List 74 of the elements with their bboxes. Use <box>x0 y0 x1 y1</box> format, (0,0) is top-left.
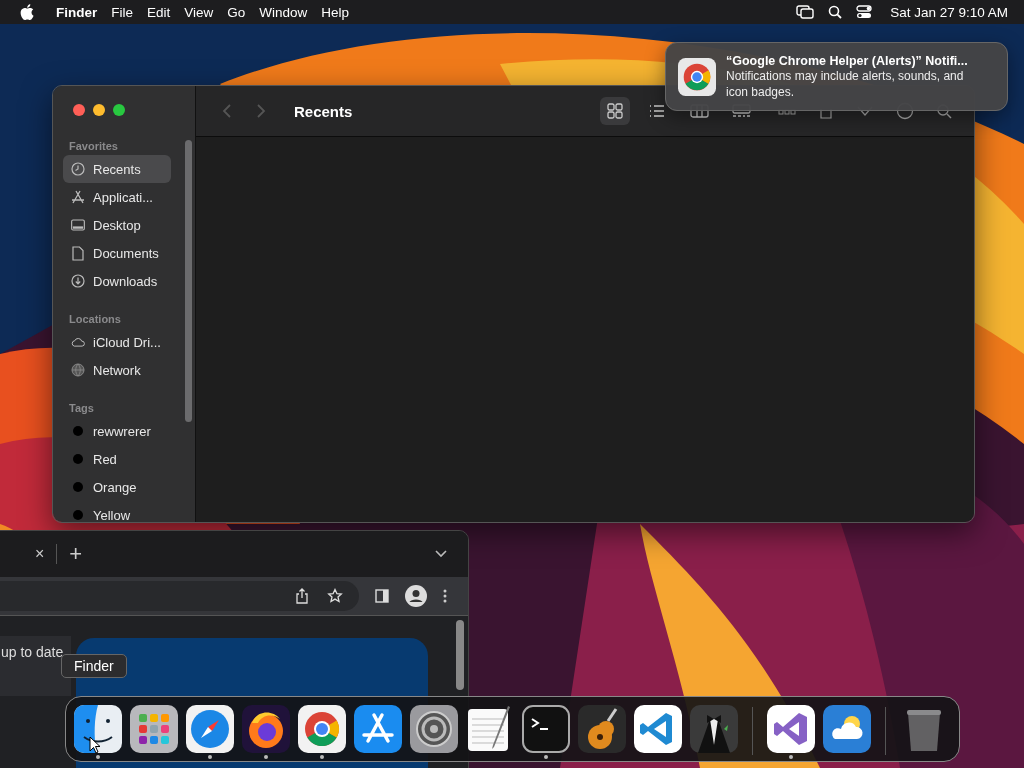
sidebar-item[interactable]: Desktop <box>63 211 171 239</box>
star-icon[interactable] <box>327 588 343 604</box>
menu-item[interactable]: Finder <box>56 4 98 20</box>
menu-item[interactable]: Edit <box>147 4 171 20</box>
sidebar-item[interactable]: Documents <box>63 239 171 267</box>
sidebar-item[interactable]: Applicati... <box>63 183 171 211</box>
app-icon[interactable] <box>823 705 871 753</box>
tag-dot <box>73 510 83 520</box>
control-center-icon[interactable] <box>856 5 873 19</box>
sidebar-heading: Locations <box>68 312 122 326</box>
chrome-icon <box>678 57 716 96</box>
side-panel-icon[interactable] <box>375 589 389 603</box>
list-view-icon <box>649 104 665 118</box>
sidebar-item[interactable]: Network <box>63 356 171 384</box>
new-tab-button[interactable]: + <box>69 541 83 567</box>
sidebar-item[interactable]: iCloud Dri... <box>63 328 171 356</box>
sidebar-item[interactable]: Red <box>63 445 171 473</box>
window-title: Recents <box>294 102 353 120</box>
search-icon[interactable] <box>828 5 843 19</box>
minimize-button[interactable] <box>93 104 105 116</box>
app-icon[interactable] <box>767 705 815 753</box>
notification-title: “Google Chrome Helper (Alerts)” Notifi... <box>726 53 968 68</box>
menu-item[interactable]: Go <box>227 4 246 20</box>
view-button[interactable] <box>600 97 630 125</box>
sidebar-heading: Tags <box>68 401 95 415</box>
share-icon[interactable] <box>295 588 309 604</box>
tab-close-button[interactable]: × <box>35 545 45 563</box>
tag-dot <box>73 426 83 436</box>
sidebar-item[interactable]: Recents <box>63 155 171 183</box>
globe-icon <box>71 363 85 377</box>
mouse-pointer-icon <box>89 736 101 754</box>
notification-text: Notifications may include alerts, sounds, and icon badges. <box>726 68 965 100</box>
app-icon[interactable] <box>634 705 682 753</box>
close-button[interactable] <box>73 104 85 116</box>
screen-mirroring-icon[interactable] <box>796 5 815 19</box>
notification-toast[interactable]: “Google Chrome Helper (Alerts)” Notifi... Notifications may include alerts, sounds, and icon badges. <box>665 42 1008 111</box>
sidebar-item[interactable]: Yellow <box>63 501 171 522</box>
profile-icon[interactable] <box>405 585 427 607</box>
menu-item[interactable]: View <box>184 4 214 20</box>
app-icon[interactable] <box>578 705 626 753</box>
menu-item[interactable]: Window <box>259 4 308 20</box>
app-icon[interactable] <box>522 705 570 753</box>
app-store-icon <box>71 190 85 204</box>
cloud-icon <box>71 336 85 348</box>
app-icon[interactable] <box>130 705 178 753</box>
more-icon[interactable] <box>443 589 447 603</box>
document-icon <box>71 245 85 261</box>
download-icon <box>71 274 85 288</box>
tag-dot <box>73 454 83 464</box>
tag-dot <box>73 482 83 492</box>
app-icon[interactable] <box>410 705 458 753</box>
page-text: up to date <box>1 644 64 660</box>
scrollbar[interactable] <box>185 140 192 422</box>
tooltip: Finder <box>61 654 127 678</box>
app-icon[interactable] <box>74 705 122 753</box>
app-icon[interactable] <box>186 705 234 753</box>
menu-item[interactable]: File <box>111 4 134 20</box>
menu-bar-clock[interactable]: Sat Jan 27 9:10 AM <box>890 4 1008 20</box>
app-icon[interactable] <box>354 705 402 753</box>
app-icon[interactable] <box>690 705 738 753</box>
desktop-icon <box>71 219 85 231</box>
menu-item[interactable]: Help <box>321 4 350 20</box>
app-icon[interactable] <box>242 705 290 753</box>
scrollbar[interactable] <box>456 620 464 690</box>
clock-icon <box>71 162 85 176</box>
sidebar-item[interactable]: rewwrerer <box>63 417 171 445</box>
sidebar-heading: Favorites <box>68 139 119 153</box>
app-icon[interactable] <box>298 705 346 753</box>
apple-icon[interactable] <box>20 4 34 20</box>
sidebar-item[interactable]: Orange <box>63 473 171 501</box>
chevron-down-icon[interactable] <box>434 549 448 559</box>
zoom-button[interactable] <box>113 104 125 116</box>
sidebar-item[interactable]: Downloads <box>63 267 171 295</box>
icon-view-icon <box>607 103 623 119</box>
